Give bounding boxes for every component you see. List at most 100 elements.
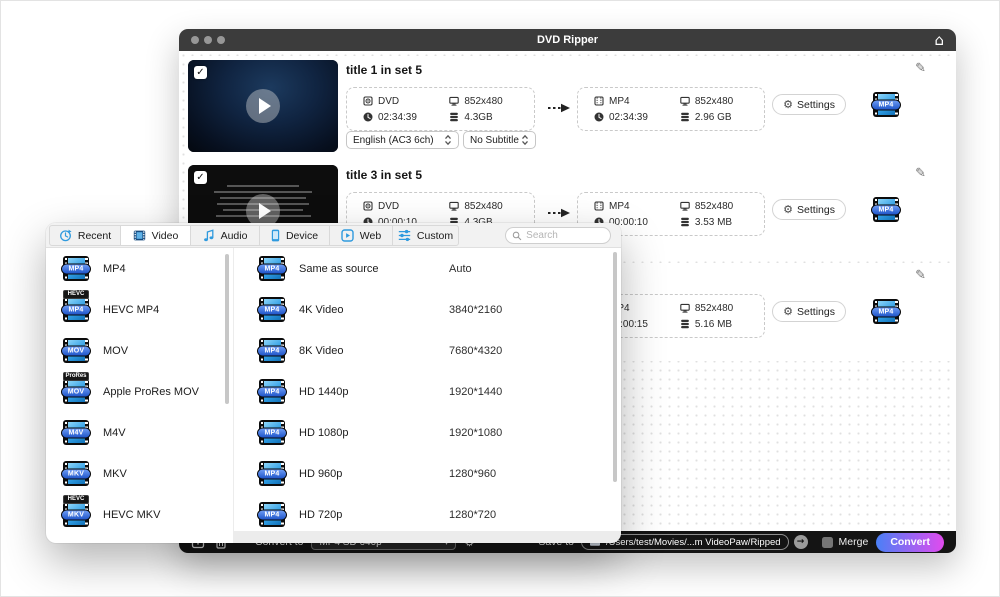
format-list-scrollbar[interactable] (225, 254, 229, 404)
format-picker-popup: Recent Video Audio Device Web Custom MP4… (46, 223, 621, 543)
format-item-m4v[interactable]: M4V M4V (46, 412, 232, 453)
preset-item-hd1440p[interactable]: MP4 HD 1440p1920*1440 (234, 371, 621, 412)
mp4-format-icon: MP4 (62, 256, 90, 281)
title-name: title 1 in set 5 (346, 63, 422, 77)
video-file-icon (594, 201, 604, 211)
tab-video[interactable]: Video (120, 225, 191, 246)
title-row: ✓ title 1 in set 5 ✎ DVD 852x480 02:34:3… (185, 56, 950, 156)
preset-list-scrollbar[interactable] (613, 252, 617, 482)
monitor-icon (680, 201, 690, 211)
window-title: DVD Ripper (179, 34, 956, 46)
mp4-format-icon: MP4 (258, 338, 286, 363)
search-input[interactable] (526, 230, 604, 241)
subtitle-select[interactable]: No Subtitle (463, 131, 536, 149)
output-size: 5.16 MB (680, 316, 756, 332)
chevron-updown-icon (521, 134, 529, 146)
tab-audio[interactable]: Audio (190, 225, 260, 246)
clock-icon (363, 112, 373, 122)
mp4-format-icon: MP4 (258, 297, 286, 322)
gear-icon: ⚙ (783, 203, 793, 216)
source-resolution: 852x480 (449, 93, 526, 109)
size-icon (680, 217, 690, 227)
open-folder-arrow-icon[interactable]: → (794, 535, 808, 549)
output-resolution: 852x480 (680, 93, 756, 109)
output-format-icon[interactable]: MP4 (872, 197, 900, 222)
format-item-partial[interactable] (46, 535, 232, 543)
preset-item-hd720p[interactable]: MP4 HD 720p1280*720 (234, 494, 621, 531)
hevc-mp4-format-icon: HEVCMP4 (62, 297, 90, 322)
format-item-hevc-mkv[interactable]: HEVCMKV HEVC MKV (46, 494, 232, 535)
output-resolution: 852x480 (680, 300, 756, 316)
mp4-format-icon: MP4 (258, 256, 286, 281)
web-player-icon (341, 229, 354, 242)
popup-tab-bar: Recent Video Audio Device Web Custom (46, 223, 621, 248)
search-icon (512, 230, 522, 242)
title-name: title 3 in set 5 (346, 168, 422, 182)
sliders-icon (398, 229, 411, 242)
mkv-format-icon: MKV (62, 461, 90, 486)
tab-web[interactable]: Web (329, 225, 393, 246)
mov-format-icon: MOV (62, 338, 90, 363)
source-info-box: DVD 852x480 02:34:39 4.3GB (346, 87, 535, 131)
mp4-format-icon: MP4 (258, 502, 286, 527)
output-format-icon[interactable]: MP4 (872, 299, 900, 324)
format-item-mp4[interactable]: MP4 MP4 (46, 248, 232, 289)
output-size: 3.53 MB (680, 214, 756, 230)
merge-label: Merge (839, 536, 869, 548)
source-duration: 02:34:39 (363, 109, 449, 125)
output-duration: 02:34:39 (594, 109, 680, 125)
source-resolution: 852x480 (449, 198, 526, 214)
row-checkbox[interactable]: ✓ (194, 171, 207, 184)
screen: DVD Ripper ⌂ ✓ title 1 in set 5 ✎ DVD 85… (0, 0, 1000, 597)
preset-item-4k[interactable]: MP4 4K Video3840*2160 (234, 289, 621, 330)
output-format-icon[interactable]: MP4 (872, 92, 900, 117)
preset-item-8k[interactable]: MP4 8K Video7680*4320 (234, 330, 621, 371)
hevc-mkv-format-icon: HEVCMKV (62, 502, 90, 527)
tab-custom[interactable]: Custom (392, 225, 459, 246)
edit-title-icon[interactable]: ✎ (915, 166, 926, 181)
gear-icon: ⚙ (783, 305, 793, 318)
history-icon (59, 229, 72, 242)
output-size: 2.96 GB (680, 109, 756, 125)
edit-title-icon[interactable]: ✎ (915, 268, 926, 283)
play-icon[interactable] (246, 89, 280, 123)
convert-button[interactable]: Convert (876, 533, 944, 552)
film-icon (133, 229, 146, 242)
preset-item-hd960p[interactable]: MP4 HD 960p1280*960 (234, 453, 621, 494)
settings-button[interactable]: ⚙Settings (772, 199, 846, 220)
convert-arrow-icon (547, 103, 571, 113)
preset-list-footer (233, 531, 621, 543)
music-note-icon (203, 229, 215, 242)
home-icon[interactable]: ⌂ (934, 31, 944, 49)
preset-item-same-as-source[interactable]: MP4 Same as sourceAuto (234, 248, 621, 289)
format-search-box[interactable] (505, 227, 611, 244)
output-format: MP4 (594, 93, 680, 109)
output-resolution: 852x480 (680, 198, 756, 214)
format-item-hevc-mp4[interactable]: HEVCMP4 HEVC MP4 (46, 289, 232, 330)
settings-button[interactable]: ⚙Settings (772, 94, 846, 115)
format-item-prores-mov[interactable]: ProResMOV Apple ProRes MOV (46, 371, 232, 412)
preset-item-hd1080p[interactable]: MP4 HD 1080p1920*1080 (234, 412, 621, 453)
source-size: 4.3GB (449, 109, 526, 125)
format-item-mkv[interactable]: MKV MKV (46, 453, 232, 494)
source-format: DVD (363, 198, 449, 214)
convert-arrow-icon (547, 208, 571, 218)
gear-icon: ⚙ (783, 98, 793, 111)
monitor-icon (680, 303, 690, 313)
dvd-icon (363, 201, 373, 211)
tab-device[interactable]: Device (259, 225, 330, 246)
video-thumbnail[interactable]: ✓ (188, 60, 338, 152)
size-icon (680, 319, 690, 329)
audio-track-select[interactable]: English (AC3 6ch) (346, 131, 459, 149)
format-item-mov[interactable]: MOV MOV (46, 330, 232, 371)
edit-title-icon[interactable]: ✎ (915, 61, 926, 76)
tab-recent[interactable]: Recent (49, 225, 121, 246)
mp4-format-icon: MP4 (258, 420, 286, 445)
output-info-box: MP4 852x480 02:34:39 2.96 GB (577, 87, 765, 131)
settings-button[interactable]: ⚙Settings (772, 301, 846, 322)
merge-checkbox[interactable] (822, 537, 833, 548)
monitor-icon (449, 201, 459, 211)
smartphone-icon (271, 229, 280, 242)
row-checkbox[interactable]: ✓ (194, 66, 207, 79)
monitor-icon (449, 96, 459, 106)
